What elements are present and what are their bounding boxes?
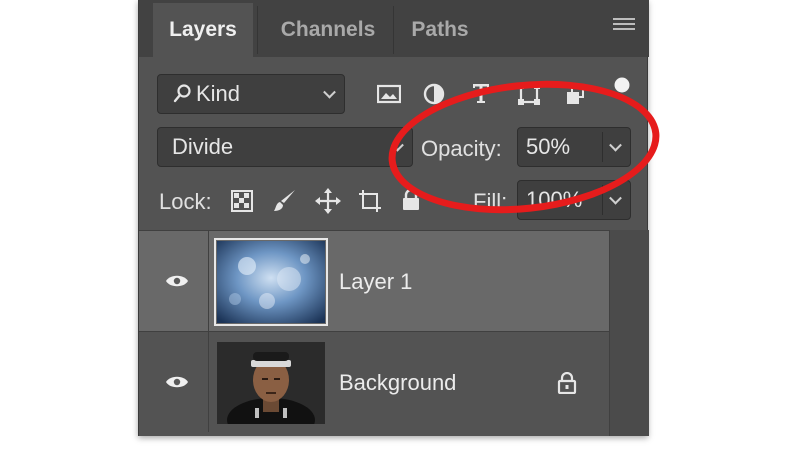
tab-channels[interactable]: Channels — [261, 3, 395, 57]
image-filter-icon[interactable] — [377, 84, 401, 104]
layers-panel: Layers Channels Paths Kind Divide Opacit… — [138, 0, 649, 436]
lock-image-pixels-icon[interactable] — [273, 188, 297, 214]
lock-artboard-icon[interactable] — [357, 188, 383, 214]
visibility-column — [139, 332, 209, 432]
opacity-value: 50% — [526, 134, 571, 159]
eye-icon[interactable] — [165, 274, 189, 288]
layer-1-thumbnail — [214, 238, 328, 326]
fill-label: Fill: — [473, 189, 508, 214]
lock-all-icon[interactable] — [401, 188, 421, 212]
lock-label: Lock: — [159, 189, 212, 214]
chevron-down-icon — [391, 138, 404, 152]
smart-object-filter-icon[interactable] — [565, 84, 585, 106]
fill-value: 100% — [526, 187, 583, 212]
lock-transparent-pixels-icon[interactable] — [231, 190, 253, 212]
tab-divider — [393, 6, 394, 54]
tab-paths[interactable]: Paths — [397, 3, 483, 57]
layer-row-layer-1[interactable]: Layer 1 — [139, 231, 609, 331]
filter-kind-label: Kind — [196, 81, 241, 106]
opacity-chevron-icon[interactable] — [609, 138, 622, 152]
layer-name: Layer 1 — [339, 269, 413, 294]
opacity-field[interactable]: 50% — [517, 127, 631, 167]
tab-divider — [257, 6, 258, 54]
layers-scrollbar[interactable] — [609, 230, 649, 436]
layers-list: Layer 1 Background — [139, 230, 609, 436]
lock-position-icon[interactable] — [315, 188, 341, 214]
chevron-down-icon — [323, 85, 336, 99]
eye-icon[interactable] — [165, 375, 189, 389]
search-icon — [173, 84, 191, 103]
shape-filter-icon[interactable] — [517, 82, 541, 106]
filter-toggle-icon[interactable] — [613, 76, 631, 94]
field-divider — [602, 185, 603, 215]
opacity-label: Opacity: — [421, 136, 502, 161]
blend-mode-value: Divide — [172, 134, 234, 159]
field-divider — [602, 132, 603, 162]
fill-field[interactable]: 100% — [517, 180, 631, 220]
layer-lock-icon — [557, 372, 577, 394]
panel-menu-icon[interactable] — [613, 18, 635, 36]
panel-tab-bar: Layers Channels Paths — [139, 0, 649, 57]
fill-chevron-icon[interactable] — [609, 191, 622, 205]
tab-layers[interactable]: Layers — [153, 3, 253, 57]
adjustment-filter-icon[interactable] — [423, 82, 445, 106]
visibility-column — [139, 231, 209, 331]
filter-kind-dropdown[interactable]: Kind — [157, 74, 345, 114]
layer-row-background[interactable]: Background — [139, 332, 609, 432]
layer-name: Background — [339, 370, 457, 395]
text-filter-icon[interactable] — [471, 82, 491, 104]
blend-mode-dropdown[interactable]: Divide — [157, 127, 413, 167]
background-thumbnail — [217, 342, 325, 424]
